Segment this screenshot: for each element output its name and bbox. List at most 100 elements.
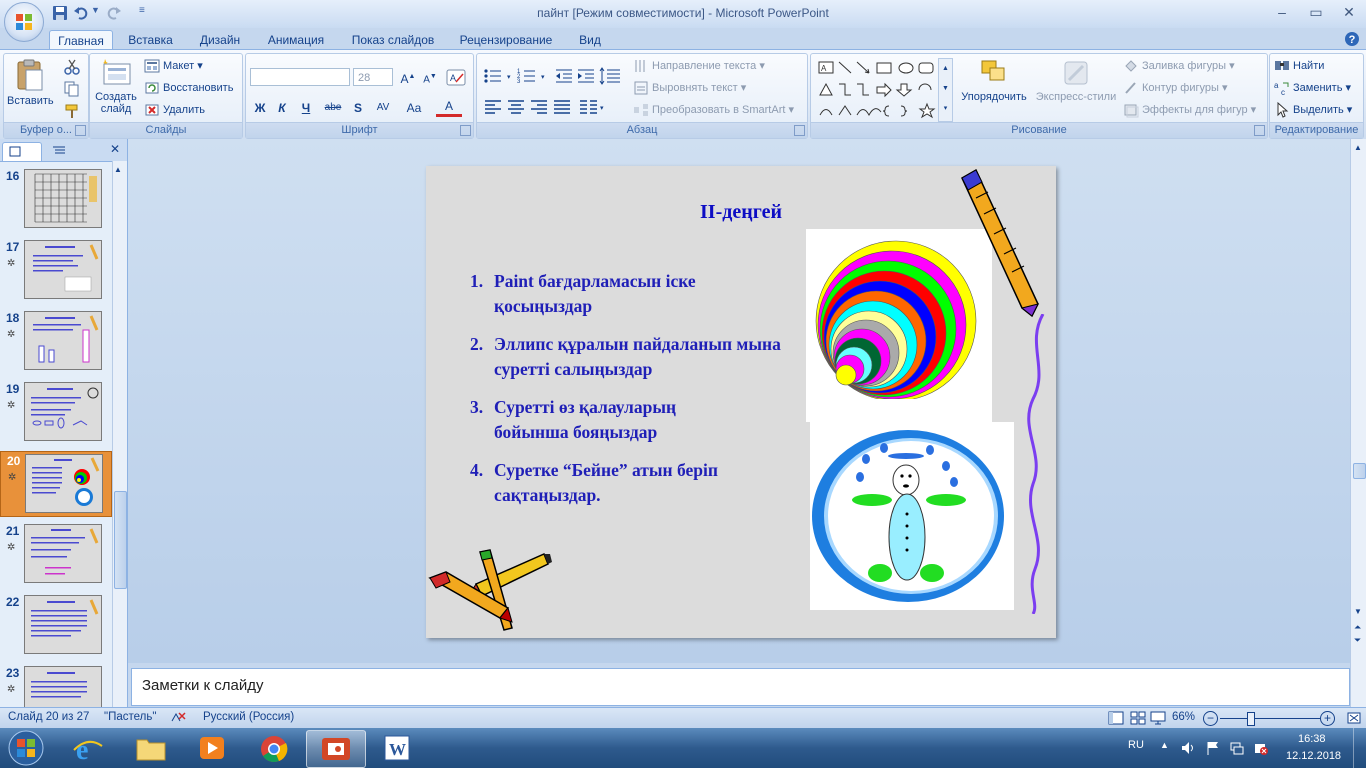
font-color-button[interactable]: A — [436, 99, 462, 117]
smartart-button[interactable]: Преобразовать в SmartArt ▾ — [633, 101, 794, 119]
scroll-up-icon[interactable]: ▲ — [1354, 143, 1362, 152]
word-taskbar-button[interactable]: W — [368, 730, 426, 766]
scroll-down-icon[interactable]: ▼ — [1354, 607, 1362, 616]
fit-to-window-icon[interactable] — [1346, 711, 1362, 725]
tab-home[interactable]: Главная — [49, 30, 113, 51]
underline-button[interactable]: Ч — [296, 99, 316, 117]
text-direction-button[interactable]: Направление текста ▾ — [633, 57, 765, 75]
show-desktop-button[interactable] — [1353, 728, 1366, 768]
shape-effects-button[interactable]: Эффекты для фигур ▾ — [1123, 101, 1256, 119]
office-button[interactable] — [4, 2, 44, 42]
slide-thumbnail-17[interactable]: 17 ✲ — [0, 238, 110, 302]
explorer-taskbar-button[interactable] — [122, 730, 180, 766]
theme-name[interactable]: "Пастель" — [104, 711, 156, 723]
language-indicator[interactable]: Русский (Россия) — [203, 711, 294, 723]
close-pane-icon[interactable]: ✕ — [110, 142, 120, 156]
restore-button[interactable]: ▭ — [1304, 2, 1328, 22]
strikethrough-button[interactable]: abe — [321, 99, 345, 117]
internet-explorer-icon[interactable]: e — [72, 734, 104, 764]
decrease-indent-icon[interactable] — [554, 67, 574, 85]
slide[interactable]: ІІ-деңгей 1. Paint бағдарламасын іске қо… — [426, 166, 1056, 638]
slide-thumbnail-20[interactable]: 20 ✲ — [0, 451, 112, 517]
new-slide-button[interactable]: Создать слайд — [92, 58, 140, 115]
delete-slide-button[interactable]: Удалить — [144, 101, 205, 119]
change-case-button[interactable]: Aa — [401, 99, 427, 117]
figure-in-circle-image[interactable] — [810, 422, 1014, 610]
font-dialog-launcher[interactable] — [460, 125, 471, 136]
outline-tab[interactable] — [44, 142, 84, 160]
columns-icon[interactable]: ▾ — [578, 98, 608, 116]
quick-styles-button[interactable]: Экспресс-стили — [1033, 58, 1119, 103]
minimize-button[interactable]: – — [1270, 2, 1294, 22]
arrange-button[interactable]: Упорядочить — [957, 58, 1031, 103]
clipboard-dialog-launcher[interactable] — [75, 125, 86, 136]
paragraph-dialog-launcher[interactable] — [794, 125, 805, 136]
scroll-thumb[interactable] — [1353, 463, 1366, 479]
clock-date[interactable]: 12.12.2018 — [1286, 750, 1341, 762]
zoom-in-icon[interactable]: + — [1320, 711, 1335, 726]
scroll-up-icon[interactable]: ▲ — [114, 165, 122, 174]
char-spacing-button[interactable]: AV — [370, 99, 396, 117]
text-shadow-button[interactable]: S — [348, 99, 368, 117]
next-slide-icon[interactable]: ⏷ — [1354, 635, 1361, 646]
shape-fill-button[interactable]: Заливка фигуры ▾ — [1123, 57, 1235, 75]
tab-animation[interactable]: Анимация — [258, 30, 334, 50]
slide-thumbnail-16[interactable]: 16 — [0, 167, 110, 231]
replace-button[interactable]: a c Заменить ▾ — [1274, 79, 1351, 97]
notes-pane[interactable]: Заметки к слайду — [131, 668, 1350, 706]
slides-tab[interactable] — [2, 142, 42, 161]
previous-slide-icon[interactable]: ⏶ — [1354, 622, 1361, 633]
powerpoint-taskbar-button[interactable] — [306, 730, 366, 768]
font-size-combo[interactable]: 28 — [353, 68, 393, 86]
copy-icon[interactable] — [64, 81, 80, 97]
shapes-gallery[interactable]: A — [817, 60, 945, 120]
italic-button[interactable]: К — [272, 99, 292, 117]
clock-time[interactable]: 16:38 — [1298, 733, 1326, 745]
spellcheck-icon[interactable] — [170, 711, 186, 725]
font-name-combo[interactable] — [250, 68, 350, 86]
bold-button[interactable]: Ж — [250, 99, 270, 117]
slide-thumbnail-19[interactable]: 19 ✲ — [0, 380, 110, 444]
drawing-dialog-launcher[interactable] — [1254, 125, 1265, 136]
zoom-out-icon[interactable]: − — [1203, 711, 1218, 726]
power-warning-icon[interactable] — [1253, 740, 1269, 756]
volume-icon[interactable] — [1180, 740, 1196, 756]
tray-expand-icon[interactable]: ▲ — [1160, 740, 1169, 750]
zoom-slider[interactable] — [1220, 718, 1320, 719]
increase-indent-icon[interactable] — [576, 67, 596, 85]
help-icon[interactable]: ? — [1344, 31, 1360, 47]
tab-slideshow[interactable]: Показ слайдов — [343, 30, 443, 50]
slide-thumbnail-22[interactable]: 22 — [0, 593, 110, 657]
find-button[interactable]: Найти — [1274, 57, 1324, 75]
clear-formatting-icon[interactable]: A — [446, 69, 466, 86]
cut-icon[interactable] — [64, 59, 80, 75]
shapes-gallery-scroll[interactable]: ▲ ▼ ▾ — [938, 58, 953, 122]
tab-design[interactable]: Дизайн — [190, 30, 250, 50]
tab-insert[interactable]: Вставка — [118, 30, 183, 50]
shape-outline-button[interactable]: Контур фигуры ▾ — [1123, 79, 1228, 97]
numbering-icon[interactable]: 123▾ — [517, 67, 551, 85]
slideshow-view-icon[interactable] — [1150, 711, 1166, 725]
action-center-flag-icon[interactable] — [1205, 740, 1221, 756]
tab-review[interactable]: Рецензирование — [451, 30, 561, 50]
shrink-font-button[interactable]: A▼ — [420, 68, 440, 86]
tab-view[interactable]: Вид — [570, 30, 610, 50]
grow-font-button[interactable]: A▲ — [398, 68, 418, 86]
layout-button[interactable]: Макет ▾ — [144, 57, 203, 75]
slides-pane-scrollbar[interactable]: ▲ — [112, 161, 127, 707]
network-icon[interactable] — [1229, 740, 1245, 756]
zoom-slider-thumb[interactable] — [1247, 712, 1255, 726]
normal-view-icon[interactable] — [1108, 711, 1124, 725]
line-spacing-icon[interactable] — [598, 67, 628, 85]
align-center-icon[interactable] — [506, 98, 526, 116]
select-button[interactable]: Выделить ▾ — [1274, 101, 1352, 119]
chrome-taskbar-button[interactable] — [245, 730, 303, 766]
bullets-icon[interactable]: ▾ — [483, 67, 517, 85]
align-left-icon[interactable] — [483, 98, 503, 116]
close-button[interactable]: ✕ — [1337, 2, 1361, 22]
slide-sorter-icon[interactable] — [1130, 711, 1146, 725]
keyboard-language[interactable]: RU — [1128, 739, 1144, 751]
media-player-taskbar-button[interactable] — [183, 730, 241, 766]
format-painter-icon[interactable] — [64, 103, 80, 119]
slide-thumbnail-21[interactable]: 21 ✲ — [0, 522, 110, 586]
